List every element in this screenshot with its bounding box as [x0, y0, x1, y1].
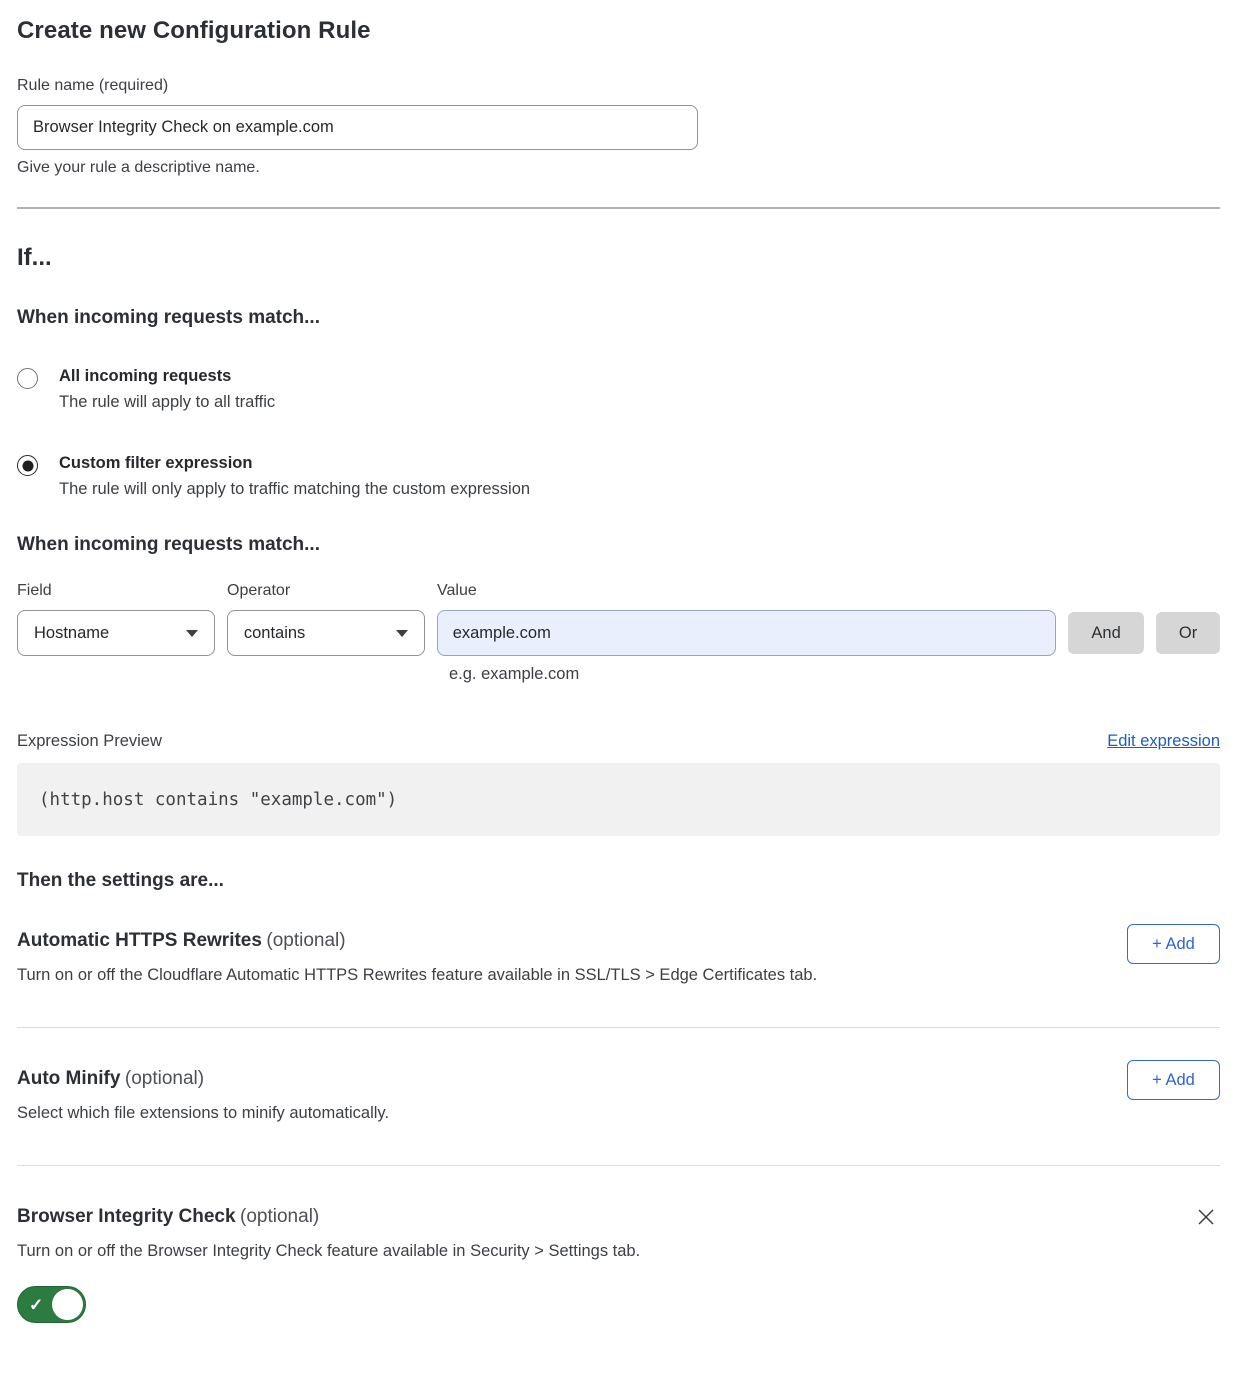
radio-label: All incoming requests: [59, 367, 275, 386]
rule-name-label: Rule name (required): [17, 77, 1220, 95]
setting-title: Auto Minify: [17, 1068, 120, 1089]
operator-select-value: contains: [244, 624, 305, 643]
setting-browser-integrity-check: Browser Integrity Check (optional) Turn …: [17, 1166, 1220, 1365]
rule-name-input[interactable]: [17, 105, 698, 150]
setting-automatic-https-rewrites: Automatic HTTPS Rewrites (optional) Turn…: [17, 892, 1220, 1027]
close-icon: [1196, 1207, 1216, 1227]
chevron-down-icon: [396, 630, 408, 637]
add-https-rewrites-button[interactable]: + Add: [1127, 924, 1220, 964]
expression-preview-label: Expression Preview: [17, 732, 162, 751]
setting-optional-tag: (optional): [266, 930, 345, 951]
edit-expression-link[interactable]: Edit expression: [1107, 732, 1220, 751]
page-title: Create new Configuration Rule: [17, 0, 1220, 45]
radio-button-all-requests[interactable]: [17, 368, 38, 389]
setting-title: Automatic HTTPS Rewrites: [17, 930, 262, 951]
radio-label: Custom filter expression: [59, 454, 530, 473]
setting-description: Turn on or off the Cloudflare Automatic …: [17, 966, 1067, 985]
radio-description: The rule will apply to all traffic: [59, 393, 275, 412]
expression-builder-row: Hostname contains And Or: [17, 610, 1220, 656]
and-button[interactable]: And: [1068, 612, 1144, 654]
radio-option-all-requests[interactable]: All incoming requests The rule will appl…: [17, 367, 1220, 412]
or-button[interactable]: Or: [1156, 612, 1220, 654]
if-heading: If...: [17, 217, 1220, 272]
setting-description: Turn on or off the Browser Integrity Che…: [17, 1242, 1067, 1261]
settings-heading: Then the settings are...: [17, 836, 1220, 892]
expression-builder-labels: Field Operator Value: [17, 582, 1220, 600]
field-select[interactable]: Hostname: [17, 610, 215, 656]
expression-builder-heading: When incoming requests match...: [17, 499, 1220, 556]
configuration-rule-form: Create new Configuration Rule Rule name …: [0, 0, 1237, 1365]
value-input[interactable]: [437, 610, 1056, 656]
field-select-value: Hostname: [34, 624, 109, 643]
toggle-knob: [52, 1289, 83, 1320]
value-column-label: Value: [437, 582, 1057, 600]
operator-column-label: Operator: [227, 582, 425, 600]
radio-description: The rule will only apply to traffic matc…: [59, 480, 530, 499]
add-auto-minify-button[interactable]: + Add: [1127, 1060, 1220, 1100]
remove-setting-button[interactable]: [1194, 1206, 1218, 1230]
expression-code-text: (http.host contains "example.com"): [39, 790, 397, 810]
field-column-label: Field: [17, 582, 215, 600]
value-input-helper: e.g. example.com: [449, 665, 1220, 684]
setting-description: Select which file extensions to minify a…: [17, 1104, 1067, 1123]
chevron-down-icon: [186, 630, 198, 637]
setting-auto-minify: Auto Minify (optional) Select which file…: [17, 1028, 1220, 1165]
rule-name-helper: Give your rule a descriptive name.: [17, 159, 1220, 177]
expression-preview-header: Expression Preview Edit expression: [17, 732, 1220, 751]
browser-integrity-check-toggle[interactable]: ✓: [17, 1286, 86, 1323]
setting-optional-tag: (optional): [125, 1068, 204, 1089]
section-divider: [17, 207, 1220, 209]
radio-button-custom-filter[interactable]: [17, 455, 38, 476]
operator-select[interactable]: contains: [227, 610, 425, 656]
check-icon: ✓: [29, 1296, 43, 1313]
match-heading: When incoming requests match...: [17, 272, 1220, 329]
request-match-radio-group: All incoming requests The rule will appl…: [17, 367, 1220, 499]
setting-optional-tag: (optional): [240, 1206, 319, 1227]
expression-preview-code: (http.host contains "example.com"): [17, 763, 1220, 836]
radio-option-custom-filter[interactable]: Custom filter expression The rule will o…: [17, 454, 1220, 499]
setting-title: Browser Integrity Check: [17, 1206, 236, 1227]
